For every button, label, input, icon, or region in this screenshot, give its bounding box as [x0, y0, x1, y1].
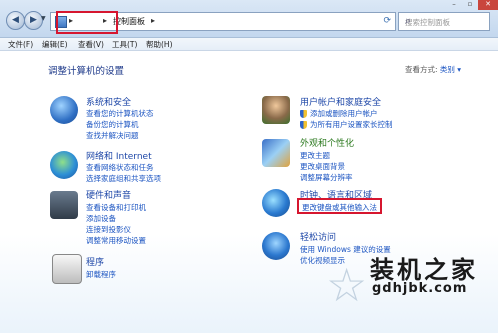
menu-bar: 文件(F) 编辑(E) 查看(V) 工具(T) 帮助(H)	[0, 38, 498, 51]
link-network-status[interactable]: 查看网络状态和任务	[86, 162, 154, 173]
category-appearance[interactable]: 外观和个性化	[300, 136, 354, 149]
highlight-box-keyboard	[297, 198, 382, 214]
category-system-security[interactable]: 系统和安全	[86, 95, 131, 108]
network-internet-icon[interactable]	[50, 151, 78, 179]
category-user-accounts[interactable]: 用户帐户和家庭安全	[300, 95, 381, 108]
ease-of-access-icon[interactable]	[262, 232, 290, 260]
view-by-dropdown[interactable]: 类别 ▾	[440, 65, 461, 74]
view-by-label: 查看方式:	[405, 65, 438, 74]
highlight-box-address	[56, 11, 118, 34]
user-accounts-icon[interactable]	[262, 96, 290, 124]
link-homegroup-sharing[interactable]: 选择家庭组和共享选项	[86, 173, 161, 184]
maximize-button[interactable]: ▫	[462, 0, 478, 10]
minimize-button[interactable]: –	[446, 0, 462, 10]
link-troubleshoot[interactable]: 查找并解决问题	[86, 130, 139, 141]
back-button[interactable]: ◀	[6, 11, 25, 30]
watermark-url: gdhjbk.com	[372, 281, 468, 296]
link-mobility-settings[interactable]: 调整常用移动设置	[86, 235, 146, 246]
category-hardware-sound[interactable]: 硬件和声音	[86, 188, 131, 201]
link-parental-controls[interactable]: 为所有用户设置家长控制	[310, 119, 393, 130]
star-watermark-icon: ☆	[326, 258, 368, 312]
programs-icon[interactable]	[52, 254, 82, 284]
link-screen-resolution[interactable]: 调整屏幕分辨率	[300, 172, 353, 183]
close-button[interactable]: ✕	[478, 0, 498, 10]
search-icon[interactable]: ⌕	[405, 14, 486, 28]
link-backup-computer[interactable]: 备份您的计算机	[86, 119, 139, 130]
menu-view[interactable]: 查看(V)	[78, 39, 104, 50]
link-add-remove-accounts[interactable]: 添加或删除用户帐户	[310, 108, 378, 119]
link-uninstall-program[interactable]: 卸载程序	[86, 269, 116, 280]
system-security-icon[interactable]	[50, 96, 78, 124]
category-ease-of-access[interactable]: 轻松访问	[300, 230, 336, 243]
clock-language-icon[interactable]	[262, 189, 290, 217]
category-network-internet[interactable]: 网络和 Internet	[86, 149, 152, 162]
search-box[interactable]: 搜索控制面板 ⌕	[398, 12, 490, 31]
menu-help[interactable]: 帮助(H)	[146, 39, 173, 50]
breadcrumb-arrow-icon[interactable]: ▸	[151, 16, 155, 25]
link-devices-printers[interactable]: 查看设备和打印机	[86, 202, 146, 213]
shield-icon	[300, 121, 307, 129]
appearance-icon[interactable]	[262, 139, 290, 167]
page-title: 调整计算机的设置	[48, 66, 125, 77]
menu-edit[interactable]: 编辑(E)	[42, 39, 68, 50]
menu-tools[interactable]: 工具(T)	[112, 39, 137, 50]
link-add-device[interactable]: 添加设备	[86, 213, 116, 224]
refresh-icon[interactable]: ⟳	[383, 16, 391, 26]
watermark-logo: 装机之家	[370, 256, 478, 284]
menu-file[interactable]: 文件(F)	[8, 39, 33, 50]
link-desktop-background[interactable]: 更改桌面背景	[300, 161, 345, 172]
link-view-computer-status[interactable]: 查看您的计算机状态	[86, 108, 154, 119]
link-change-theme[interactable]: 更改主题	[300, 150, 330, 161]
hardware-sound-icon[interactable]	[50, 191, 78, 219]
shield-icon	[300, 110, 307, 118]
view-by: 查看方式: 类别 ▾	[405, 64, 461, 75]
category-programs[interactable]: 程序	[86, 255, 104, 268]
recent-pages-icon[interactable]: ▼	[41, 15, 46, 22]
link-connect-projector[interactable]: 连接到投影仪	[86, 224, 131, 235]
